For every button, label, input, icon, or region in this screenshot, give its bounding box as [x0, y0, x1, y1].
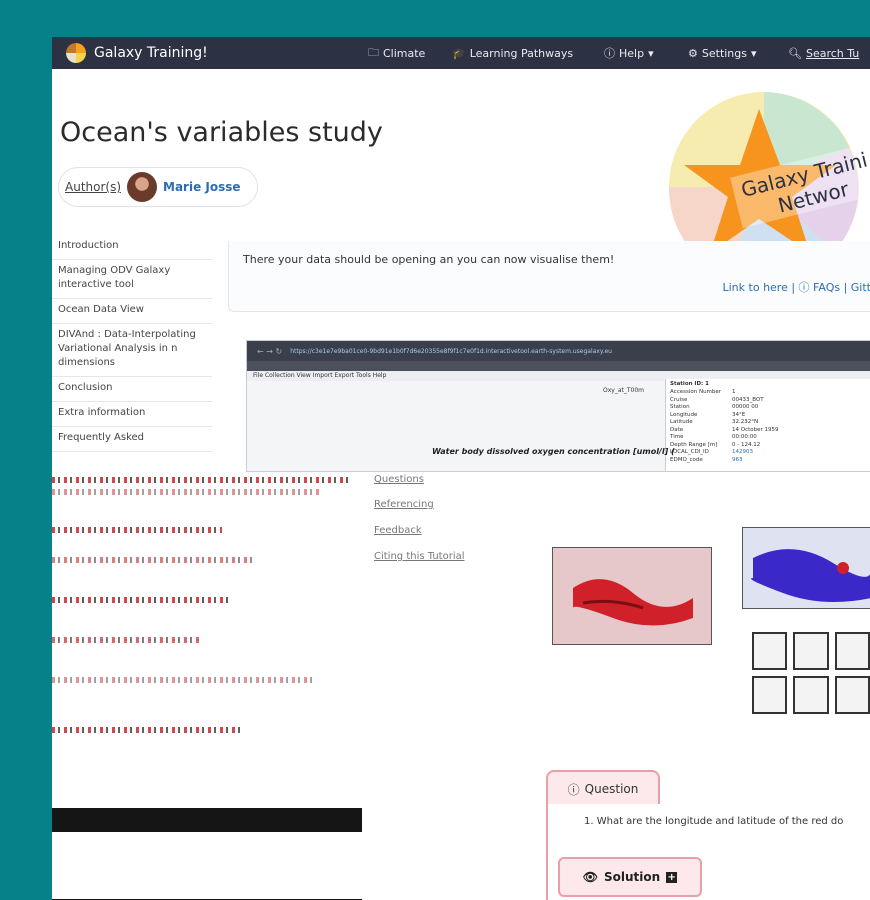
ocean-map-panel	[552, 547, 712, 645]
ocean-map-image	[553, 548, 711, 644]
noise-strip	[52, 637, 202, 643]
toc-item-divand[interactable]: DIVAnd : Data-Interpolating Variational …	[52, 324, 212, 377]
noise-strip	[52, 527, 222, 533]
top-navbar: Galaxy Training! 🗀 Climate 🎓 Learning Pa…	[52, 37, 870, 69]
eye-icon: 👁︎	[582, 870, 599, 884]
station-row: Latitude 32.232°N	[670, 419, 759, 425]
avatar	[127, 172, 158, 202]
station-row: Longitude 34°E	[670, 411, 746, 418]
odv-tab: Oxy_at_T00m	[603, 387, 644, 394]
gear-icon: ⚙	[688, 46, 698, 60]
brand-label: Galaxy Training!	[94, 45, 208, 61]
station-row: LOCAL_CDI_ID 142903	[670, 449, 753, 455]
graduation-cap-icon: 🎓	[452, 46, 466, 60]
grid-cell	[834, 676, 870, 714]
nav-settings-label: Settings	[701, 46, 747, 60]
nav-learning-pathways-label: Learning Pathways	[469, 46, 574, 60]
noise-strip	[52, 727, 242, 733]
station-row: Date 14 October 1959	[670, 426, 779, 433]
galaxy-logo-icon	[66, 43, 86, 63]
help-circle-icon: ⓘ	[604, 47, 615, 60]
browser-url: https://c3e1e7e9ba01ce0-9bd91e1b0f7d6e20…	[290, 347, 612, 355]
toc-item-conclusion[interactable]: Conclusion	[52, 377, 212, 402]
map-grid	[752, 632, 870, 714]
noise-strip	[52, 477, 352, 483]
question-text: 1. What are the longitude and latitude o…	[584, 816, 844, 827]
solution-button[interactable]: 👁︎ Solution +	[558, 857, 702, 897]
table-of-contents: Introduction Managing ODV Galaxy interac…	[52, 235, 212, 452]
nav-settings[interactable]: ⚙ Settings ▾	[688, 37, 757, 69]
noise-strip	[52, 557, 252, 563]
station-row: Depth Range [m] 0 - 124.12	[670, 441, 761, 448]
question-icon: ⓘ	[567, 782, 580, 797]
caret-down-icon: ▾	[751, 46, 757, 60]
ghost-menu-referencing[interactable]: Referencing	[374, 499, 434, 510]
content-text: There your data should be opening an you…	[243, 253, 615, 266]
solution-label: Solution	[604, 870, 661, 884]
grid-cell	[834, 632, 870, 670]
search-icon: 🔍︎	[788, 46, 802, 60]
plot-title: Water body dissolved oxygen concentratio…	[432, 447, 675, 456]
noise-strip	[52, 677, 312, 683]
noise-strip	[52, 489, 322, 495]
author-label[interactable]: Author(s)	[65, 180, 121, 194]
toc-item-faq[interactable]: Frequently Asked	[52, 427, 212, 452]
grid-cell	[752, 676, 788, 714]
nav-help[interactable]: ⓘ Help ▾	[604, 37, 654, 69]
author-link[interactable]: Marie Josse	[163, 180, 241, 194]
caret-down-icon: ▾	[648, 46, 654, 60]
author-box: Author(s) Marie Josse	[58, 167, 258, 207]
grid-cell	[793, 676, 829, 714]
station-row: Time 00:00:00	[670, 434, 757, 440]
nav-climate-label: Climate	[383, 46, 426, 60]
noise-strip	[52, 597, 232, 603]
station-row: Cruise 00433_BOT	[670, 396, 764, 403]
nav-help-label: Help	[619, 46, 645, 60]
brand-link[interactable]: Galaxy Training!	[66, 37, 208, 69]
station-header: Station ID: 1	[670, 381, 709, 387]
toc-item-ocean-data-view[interactable]: Ocean Data View	[52, 299, 212, 324]
content-links[interactable]: Link to here | ⓘ FAQs | Gitt	[723, 279, 870, 295]
station-info-panel: Station ID: 1 Accession Number 1 Cruise 00…	[665, 379, 870, 471]
toc-item-extra-information[interactable]: Extra information	[52, 402, 212, 427]
station-row: EDMO_code 963	[670, 456, 743, 463]
expand-plus-icon: +	[666, 871, 678, 883]
nav-climate[interactable]: 🗀 Climate	[368, 37, 425, 69]
nav-search[interactable]: 🔍︎ Search Tu	[788, 37, 859, 69]
nav-search-label: Search Tu	[805, 46, 860, 60]
station-row: Station 00000 00	[670, 404, 759, 410]
grid-cell	[752, 632, 788, 670]
ghost-menu-questions[interactable]: Questions	[374, 474, 424, 485]
dark-band	[52, 808, 362, 832]
content-box: There your data should be opening an you…	[228, 241, 870, 312]
ghost-menu-citing[interactable]: Citing this Tutorial	[374, 551, 465, 562]
nav-learning-pathways[interactable]: 🎓 Learning Pathways	[452, 37, 573, 69]
ocean-map-panel-2	[742, 527, 870, 609]
bookmarks-bar	[247, 361, 870, 371]
grid-cell	[793, 632, 829, 670]
page-title: Ocean's variables study	[60, 117, 383, 148]
folder-icon: 🗀	[368, 45, 379, 59]
toc-item-managing-odv[interactable]: Managing ODV Galaxy interactive tool	[52, 260, 212, 299]
browser-bar: ← → ↻ https://c3e1e7e9ba01ce0-9bd91e1b0f…	[247, 341, 870, 361]
question-box-header: ⓘ Question	[546, 770, 660, 808]
browser-nav-icons: ← → ↻	[257, 346, 283, 356]
ocean-map-image-2	[743, 528, 870, 608]
toc-item-introduction[interactable]: Introduction	[52, 235, 212, 260]
tutorial-page: Galaxy Training! 🗀 Climate 🎓 Learning Pa…	[52, 37, 870, 900]
station-row: Accession Number 1	[670, 389, 736, 395]
ghost-menu-feedback[interactable]: Feedback	[374, 525, 422, 536]
question-label: Question	[584, 782, 639, 796]
